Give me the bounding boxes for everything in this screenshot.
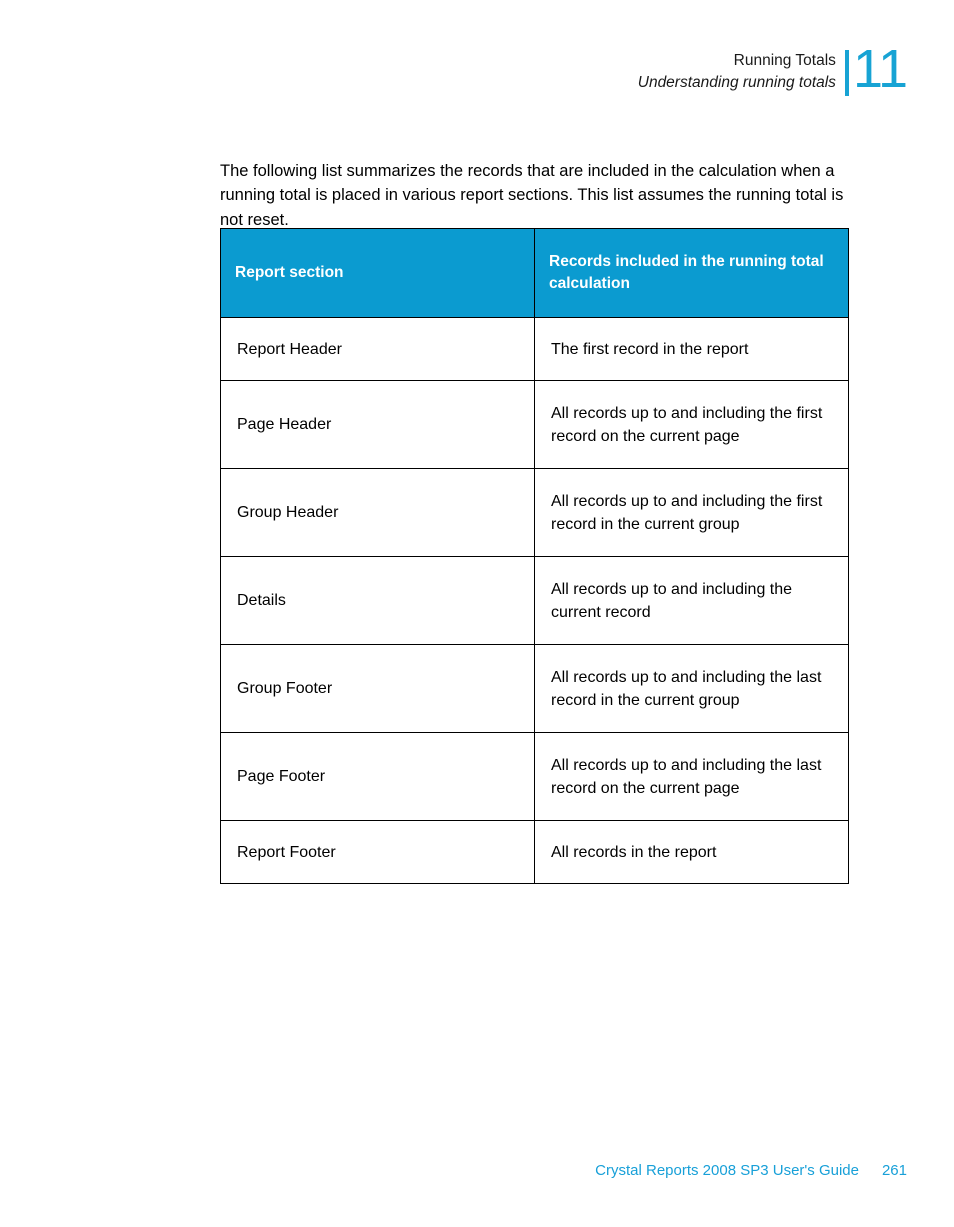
running-head: Running Totals Understanding running tot… <box>638 42 908 104</box>
table-row: Report Header The first record in the re… <box>220 317 849 381</box>
table-row: Page Footer All records up to and includ… <box>220 732 849 821</box>
table-row: Page Header All records up to and includ… <box>220 380 849 469</box>
cell-report-section: Group Header <box>220 468 535 557</box>
footer-guide-title: Crystal Reports 2008 SP3 User's Guide <box>595 1162 859 1179</box>
cell-report-section: Group Footer <box>220 644 535 733</box>
running-head-subtitle: Understanding running totals <box>637 74 836 91</box>
table-row: Group Header All records up to and inclu… <box>220 468 849 557</box>
cell-report-section: Report Footer <box>220 820 535 884</box>
cell-records-included: All records up to and including the curr… <box>534 556 849 645</box>
cell-records-included: All records in the report <box>534 820 849 884</box>
table-body: Report Header The first record in the re… <box>220 317 849 884</box>
chapter-number: 11 <box>852 39 908 99</box>
cell-report-section: Details <box>220 556 535 645</box>
cell-records-included: All records up to and including the last… <box>534 732 849 821</box>
table-row: Report Footer All records in the report <box>220 820 849 884</box>
page-root: { "running_head": { "title": "Running To… <box>0 0 954 1227</box>
footer-page-number: 261 <box>881 1162 907 1179</box>
cell-records-included: The first record in the report <box>534 317 849 381</box>
cell-records-included: All records up to and including the firs… <box>534 380 849 469</box>
cell-report-section: Page Footer <box>220 732 535 821</box>
table-row: Details All records up to and including … <box>220 556 849 645</box>
table-header-row: Report section Records included in the r… <box>220 228 849 318</box>
cell-report-section: Page Header <box>220 380 535 469</box>
column-header-records-included: Records included in the running total ca… <box>534 228 849 318</box>
table-row: Group Footer All records up to and inclu… <box>220 644 849 733</box>
table-head: Report section Records included in the r… <box>220 228 849 318</box>
intro-paragraph: The following list summarizes the record… <box>220 161 844 229</box>
cell-records-included: All records up to and including the last… <box>534 644 849 733</box>
running-head-text: Running Totals Understanding running tot… <box>638 48 845 94</box>
running-head-title: Running Totals <box>733 52 836 69</box>
cell-report-section: Report Header <box>220 317 535 381</box>
page-footer: Crystal Reports 2008 SP3 User's Guide 26… <box>595 1162 907 1179</box>
cell-records-included: All records up to and including the firs… <box>534 468 849 557</box>
column-header-report-section: Report section <box>220 228 535 318</box>
running-total-sections-table: Report section Records included in the r… <box>220 228 849 884</box>
